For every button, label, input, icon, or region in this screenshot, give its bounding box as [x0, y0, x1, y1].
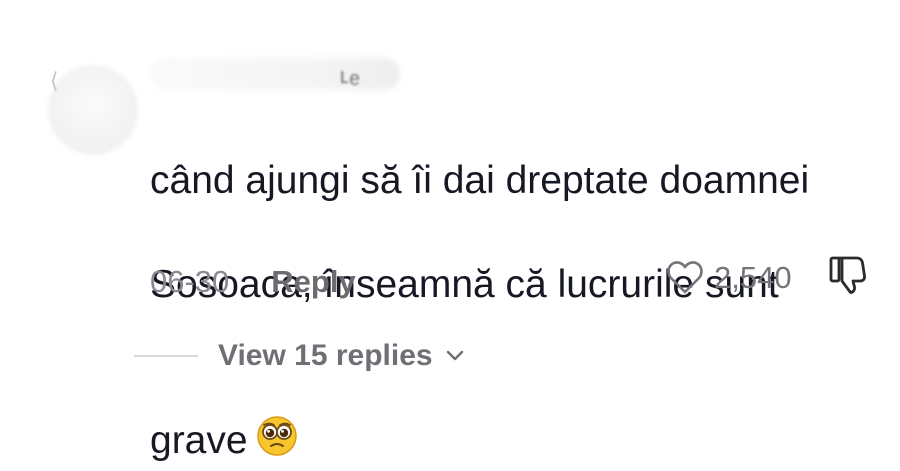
username-blurred[interactable] — [150, 58, 400, 90]
replies-divider — [134, 355, 198, 357]
heart-icon[interactable] — [664, 257, 706, 299]
pleading-face-emoji — [256, 363, 298, 471]
avatar-blur-mark: ⟨ — [50, 68, 59, 93]
like-count: 2,540 — [714, 260, 792, 295]
reply-button[interactable]: Reply — [271, 264, 355, 300]
like-group: 2,540 — [664, 252, 792, 304]
view-replies-label: View 15 replies — [218, 339, 433, 372]
comment-meta-row: 06-30 Reply — [150, 258, 356, 306]
comment-item: ⟨ ˪ₑ când ajungi să îi dai dreptate doam… — [0, 0, 900, 462]
comment-line-3: grave — [150, 419, 248, 462]
view-replies-row: View 15 replies — [134, 336, 467, 376]
chevron-down-icon — [446, 350, 463, 361]
view-replies-button[interactable]: View 15 replies — [218, 339, 467, 373]
thumbs-down-icon[interactable] — [826, 252, 871, 297]
username-blurred-glyph: ˪ₑ — [340, 58, 360, 89]
comment-date: 06-30 — [150, 264, 230, 299]
comment-line-1: când ajungi să îi dai dreptate doamnei — [150, 159, 810, 202]
